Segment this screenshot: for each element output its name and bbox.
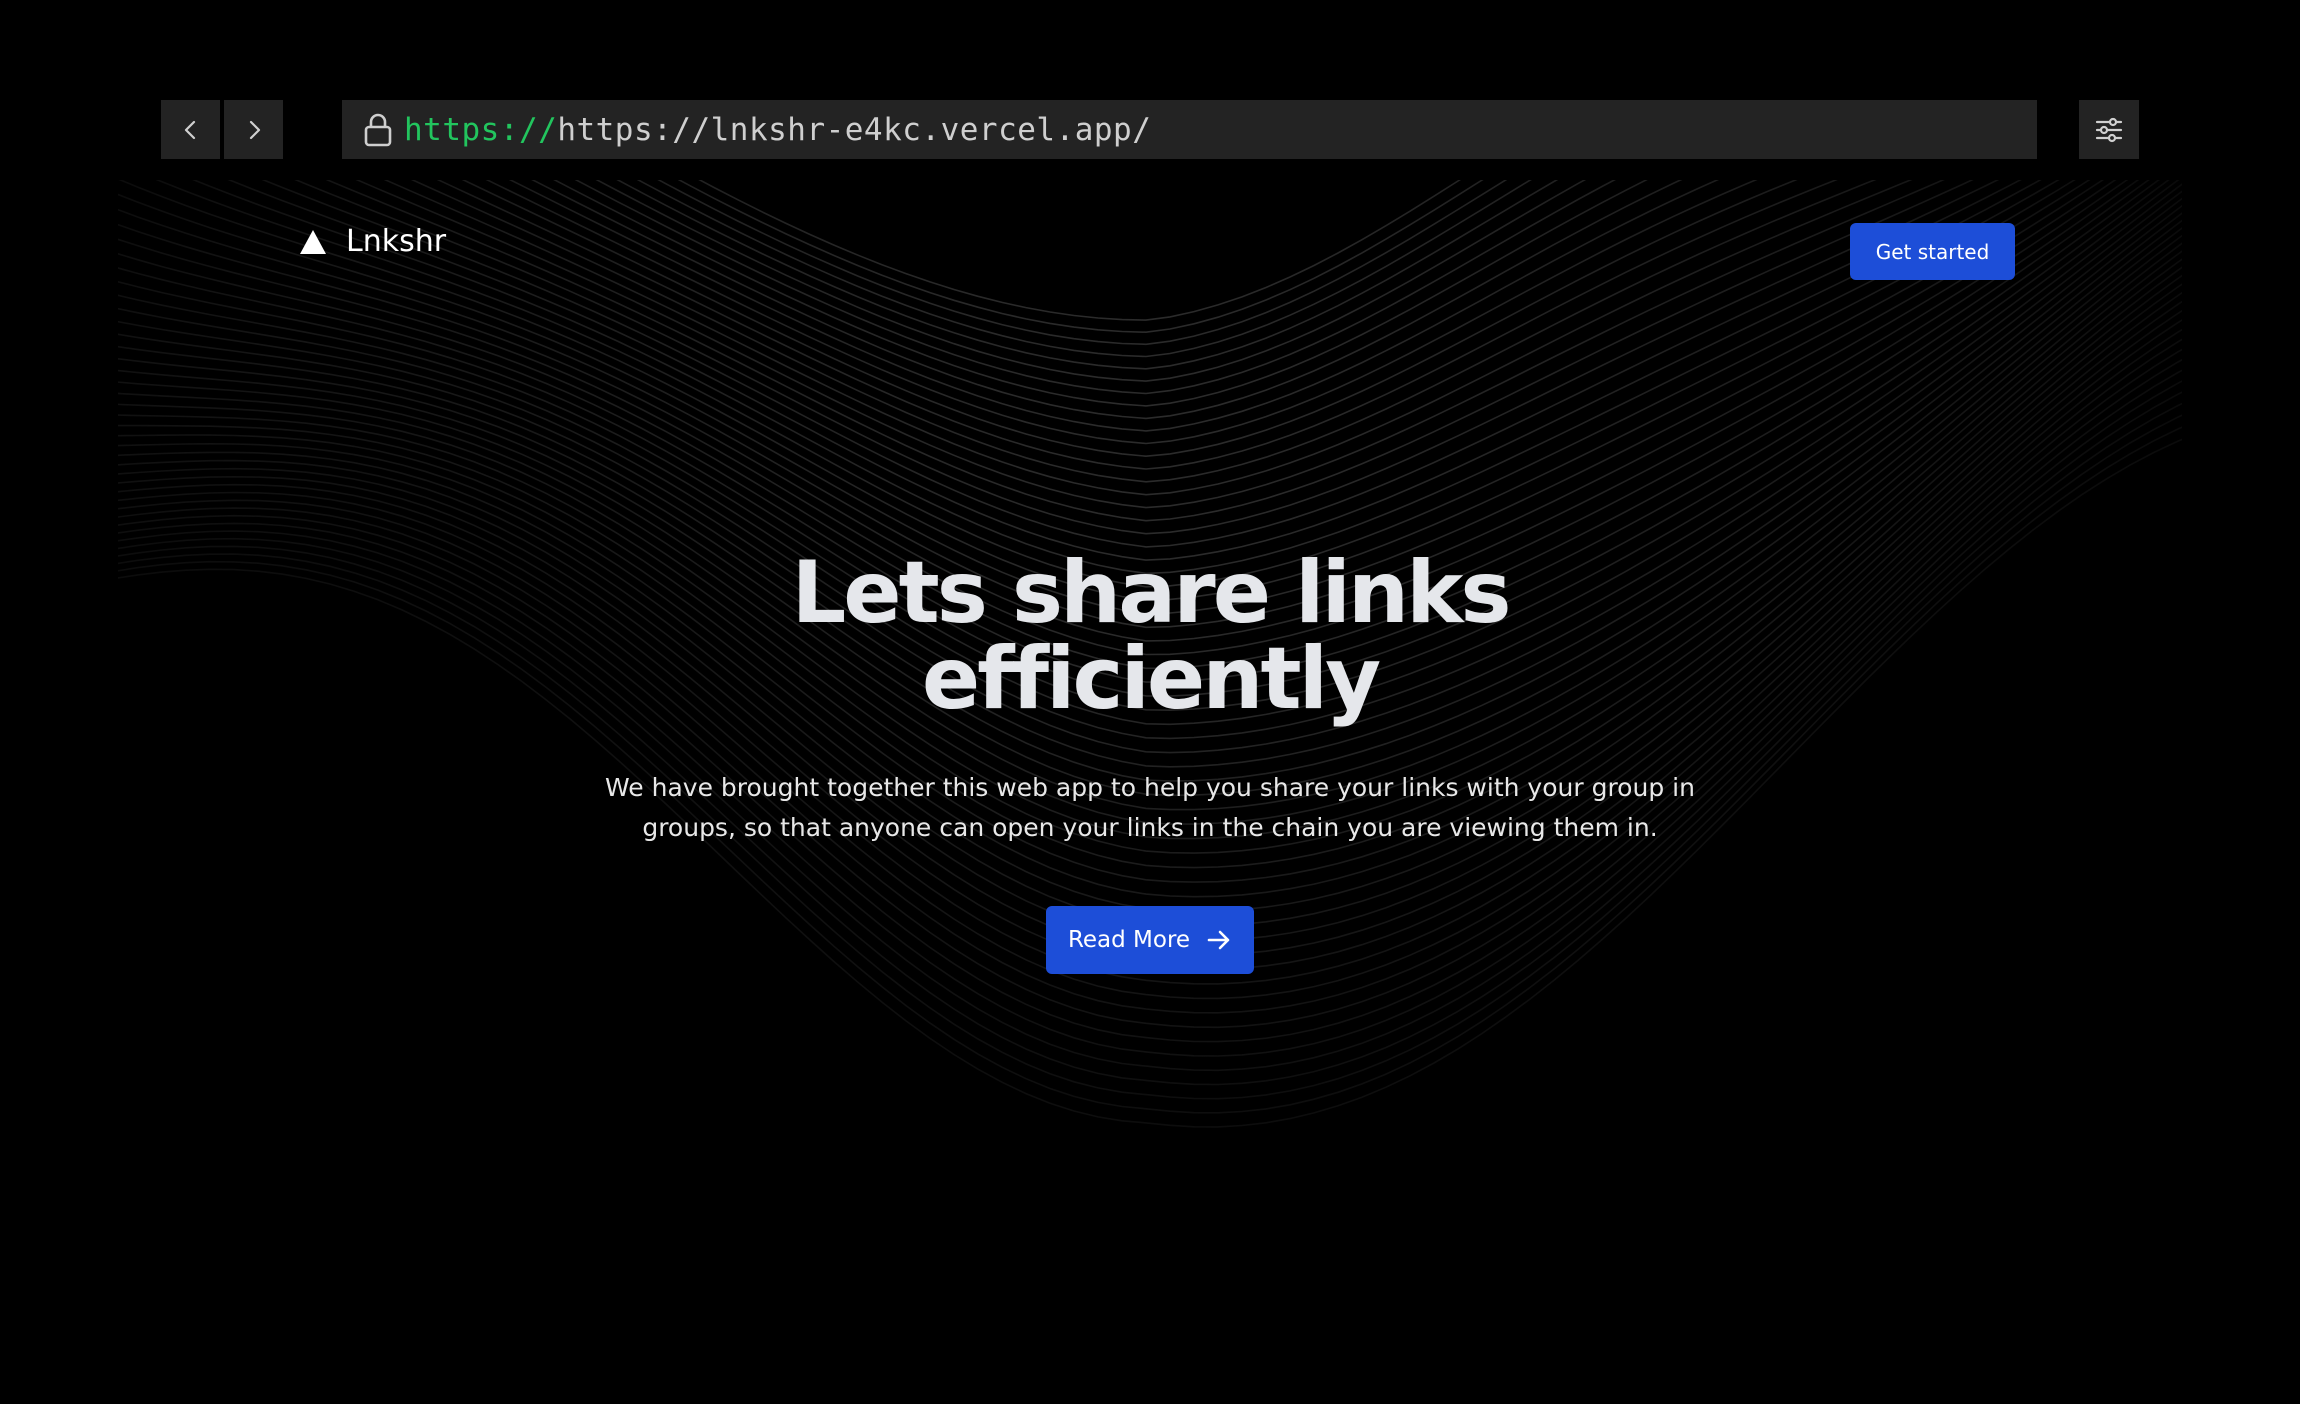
hero-title-line-1: Lets share links [791, 543, 1511, 643]
chevron-right-icon [249, 120, 260, 139]
get-started-button[interactable]: Get started [1850, 223, 2015, 280]
lock-icon [354, 100, 402, 159]
page-viewport: Lnkshr Get started Lets share links effi… [118, 180, 2182, 1326]
url-scheme: https:// [404, 111, 558, 148]
hero-subtitle: We have brought together this web app to… [605, 773, 1695, 842]
read-more-label: Read More [1067, 927, 1191, 953]
chevron-left-icon [184, 120, 195, 139]
address-bar[interactable]: https://https://lnkshr-e4kc.vercel.app/ [342, 100, 2037, 159]
arrow-right-icon [1207, 930, 1230, 950]
hero-title-line-2: efficiently [921, 629, 1381, 729]
sliders-icon [2095, 117, 2123, 142]
read-more-button[interactable]: Read More [1046, 906, 1254, 974]
site-header: Lnkshr Get started [118, 180, 2182, 320]
hero-section: Lets share links efficiently We have bro… [118, 550, 2182, 848]
triangle-logo-icon [300, 229, 326, 254]
settings-button[interactable] [2079, 100, 2139, 159]
brand-link[interactable]: Lnkshr [298, 224, 446, 259]
forward-button[interactable] [224, 100, 283, 159]
url-text: https://https://lnkshr-e4kc.vercel.app/ [404, 112, 1151, 148]
url-value: https://lnkshr-e4kc.vercel.app/ [557, 111, 1152, 148]
hero-title: Lets share links efficiently [118, 550, 2182, 722]
back-button[interactable] [161, 100, 220, 159]
brand-name: Lnkshr [346, 224, 447, 259]
